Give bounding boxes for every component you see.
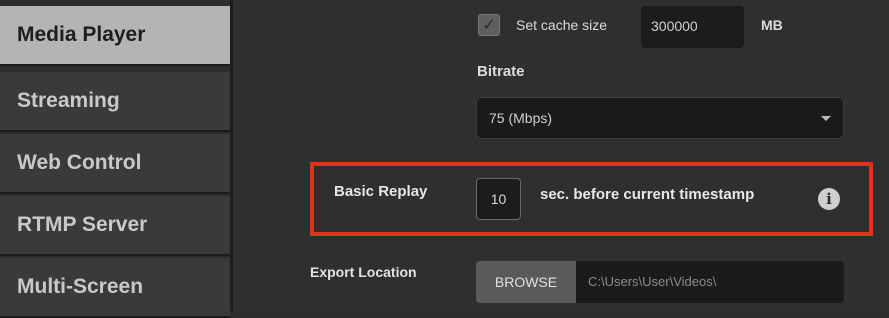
- sidebar-item-label: Streaming: [17, 89, 120, 112]
- settings-panel: ✓ Set cache size 300000 MB Bitrate 75 (M…: [233, 0, 889, 311]
- export-path-value[interactable]: C:\Users\User\Videos\: [588, 261, 716, 303]
- basic-replay-label: Basic Replay: [334, 183, 428, 200]
- sidebar-item-label: Media Player: [17, 23, 146, 46]
- basic-replay-input[interactable]: 10: [476, 178, 521, 220]
- chevron-down-icon: [821, 116, 831, 121]
- sidebar-item-label: Multi-Screen: [17, 275, 144, 298]
- cache-size-checkbox[interactable]: ✓: [478, 14, 500, 36]
- cache-size-label: Set cache size: [516, 17, 608, 33]
- sidebar-item-web-control[interactable]: Web Control: [0, 134, 230, 194]
- cache-size-input[interactable]: 300000: [641, 6, 744, 48]
- settings-sidebar: Media Player Streaming Web Control RTMP …: [0, 6, 230, 318]
- sidebar-item-multi-screen[interactable]: Multi-Screen: [0, 258, 230, 318]
- bitrate-selected-value: 75 (Mbps): [489, 110, 553, 126]
- sidebar-item-media-player[interactable]: Media Player: [0, 6, 230, 66]
- sidebar-item-label: RTMP Server: [17, 213, 148, 236]
- basic-replay-suffix: sec. before current timestamp: [540, 186, 755, 203]
- export-location-field: BROWSE C:\Users\User\Videos\: [476, 261, 844, 303]
- sidebar-item-streaming[interactable]: Streaming: [0, 72, 230, 132]
- bitrate-label: Bitrate: [477, 63, 525, 80]
- bitrate-dropdown[interactable]: 75 (Mbps): [476, 97, 844, 139]
- cache-unit-label: MB: [761, 17, 783, 33]
- info-icon[interactable]: i: [818, 188, 840, 210]
- settings-window: Media Player Streaming Web Control RTMP …: [0, 0, 889, 318]
- sidebar-item-rtmp-server[interactable]: RTMP Server: [0, 196, 230, 256]
- sidebar-item-label: Web Control: [17, 151, 142, 174]
- check-icon: ✓: [482, 17, 496, 34]
- browse-button[interactable]: BROWSE: [476, 261, 576, 303]
- export-location-label: Export Location: [310, 264, 417, 280]
